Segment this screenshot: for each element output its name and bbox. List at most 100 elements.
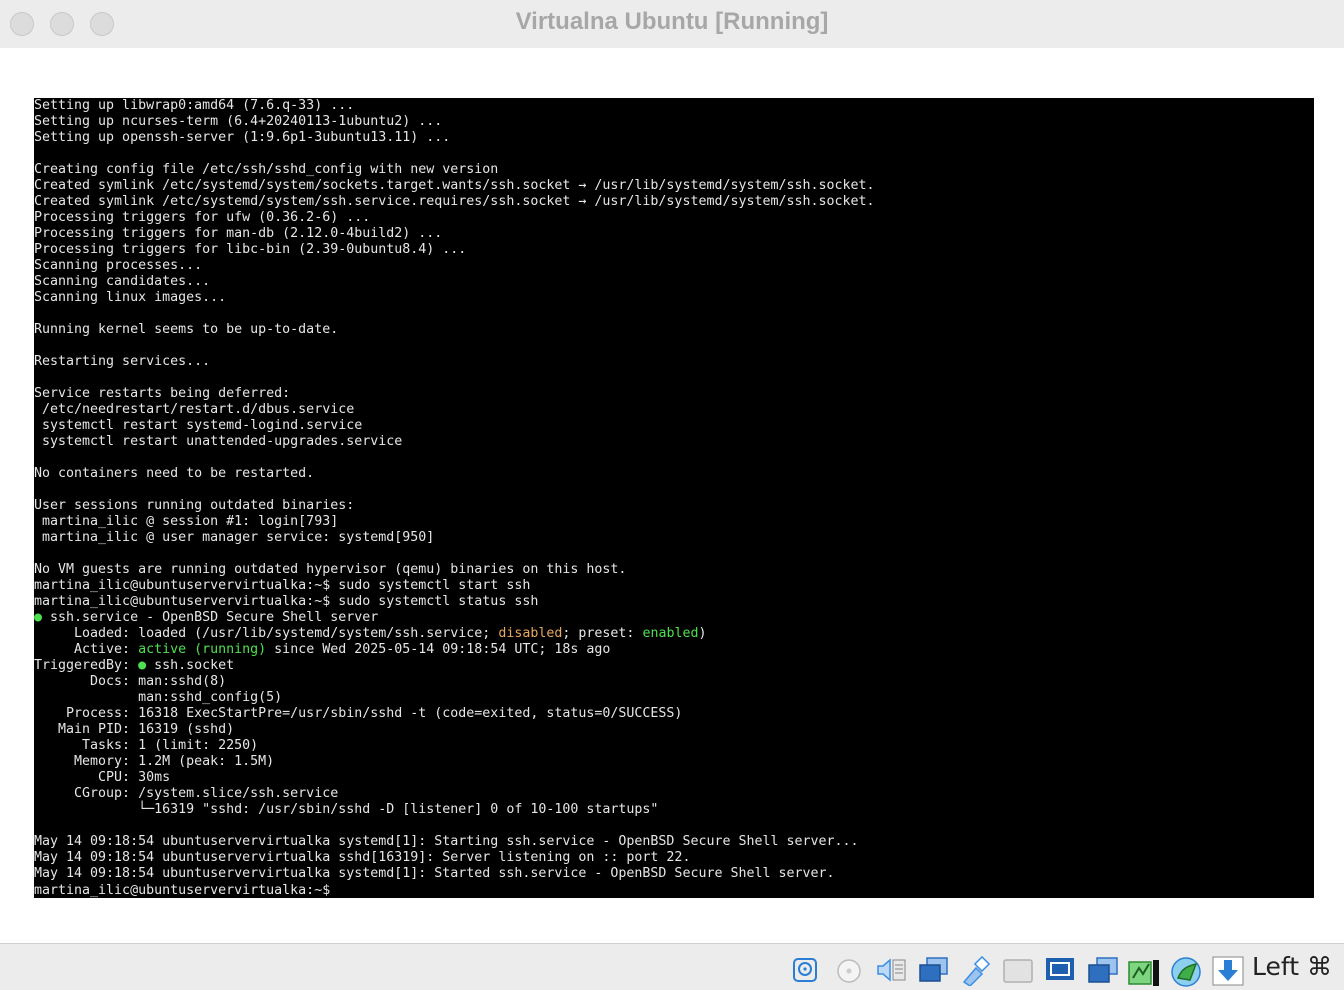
terminal-line: May 14 09:18:54 ubuntuservervirtualka sy… xyxy=(34,866,1314,882)
terminal-text-segment: ssh.socket xyxy=(146,658,235,673)
terminal-text-segment: ; preset: xyxy=(562,626,643,641)
terminal-line: Running kernel seems to be up-to-date. xyxy=(34,322,1314,338)
terminal-text-segment: ● xyxy=(34,610,43,625)
terminal-line: Restarting services... xyxy=(34,354,1314,370)
terminal-line: Processing triggers for ufw (0.36.2-6) .… xyxy=(34,210,1314,226)
terminal-text-segment: /etc/needrestart/restart.d/dbus.service xyxy=(34,402,355,417)
terminal-text-segment: May 14 09:18:54 ubuntuservervirtualka sy… xyxy=(34,834,859,849)
terminal-text-segment: Processing triggers for libc-bin (2.39-0… xyxy=(34,242,467,257)
audio-icon[interactable] xyxy=(875,956,906,984)
hard-disk-icon[interactable] xyxy=(791,956,819,984)
terminal-line: man:sshd_config(5) xyxy=(34,690,1314,706)
terminal-text-segment: ) xyxy=(698,626,707,641)
terminal-line: CGroup: /system.slice/ssh.service xyxy=(34,786,1314,802)
title-bar[interactable]: Virtualna Ubuntu [Running] xyxy=(0,0,1344,48)
terminal-line: TriggeredBy: ● ssh.socket xyxy=(34,658,1314,674)
host-key-label[interactable]: Left ⌘ xyxy=(1252,952,1332,981)
terminal-text-segment: Setting up ncurses-term (6.4+20240113-1u… xyxy=(34,114,443,129)
terminal-line: martina_ilic@ubuntuservervirtualka:~$ su… xyxy=(34,578,1314,594)
terminal-line: systemctl restart systemd-logind.service xyxy=(34,418,1314,434)
window-title: Virtualna Ubuntu [Running] xyxy=(515,8,829,35)
terminal-text-segment: Creating config file /etc/ssh/sshd_confi… xyxy=(34,162,499,177)
terminal-line: May 14 09:18:54 ubuntuservervirtualka ss… xyxy=(34,850,1314,866)
terminal-line: User sessions running outdated binaries: xyxy=(34,498,1314,514)
terminal-line: Created symlink /etc/systemd/system/ssh.… xyxy=(34,194,1314,210)
terminal-text-segment: martina_ilic @ session #1: login[793] xyxy=(34,514,339,529)
terminal-line: martina_ilic @ session #1: login[793] xyxy=(34,514,1314,530)
terminal-text-segment: active (running) xyxy=(138,642,267,657)
terminal-text-segment: Created symlink /etc/systemd/system/sock… xyxy=(34,178,875,193)
terminal-text-segment: Loaded: loaded (/usr/lib/systemd/system/… xyxy=(34,626,499,641)
terminal-text-segment: Running kernel seems to be up-to-date. xyxy=(34,322,339,337)
terminal-line: martina_ilic @ user manager service: sys… xyxy=(34,530,1314,546)
vm-console-screen[interactable]: Setting up libwrap0:amd64 (7.6.q-33) ...… xyxy=(34,98,1314,898)
terminal-line: Service restarts being deferred: xyxy=(34,386,1314,402)
terminal-text-segment: Created symlink /etc/systemd/system/ssh.… xyxy=(34,194,875,209)
terminal-text-segment: Restarting services... xyxy=(34,354,211,369)
terminal-line: CPU: 30ms xyxy=(34,770,1314,786)
terminal-line: martina_ilic@ubuntuservervirtualka:~$ xyxy=(34,882,1314,898)
network-icon[interactable] xyxy=(918,956,948,984)
terminal-line: Memory: 1.2M (peak: 1.5M) xyxy=(34,754,1314,770)
keyboard-capture-icon[interactable] xyxy=(1212,956,1244,986)
terminal-text-segment: martina_ilic@ubuntuservervirtualka:~$ su… xyxy=(34,594,539,609)
terminal-text-segment: disabled xyxy=(498,626,563,641)
terminal-text-segment: enabled xyxy=(642,626,699,641)
terminal-line: Tasks: 1 (limit: 2250) xyxy=(34,738,1314,754)
terminal-text-segment: No containers need to be restarted. xyxy=(34,466,315,481)
video-capture-icon[interactable] xyxy=(1087,956,1118,984)
terminal-text-segment: May 14 09:18:54 ubuntuservervirtualka ss… xyxy=(34,850,691,865)
terminal-text-segment: No VM guests are running outdated hyperv… xyxy=(34,562,627,577)
terminal-text-segment: Process: 16318 ExecStartPre=/usr/sbin/ss… xyxy=(34,706,683,721)
mouse-integration-icon[interactable] xyxy=(1170,956,1201,987)
display-icon[interactable] xyxy=(1045,956,1074,984)
terminal-text-segment: CPU: 30ms xyxy=(34,770,171,785)
terminal-text-segment: TriggeredBy: xyxy=(34,658,139,673)
terminal-line: Setting up ncurses-term (6.4+20240113-1u… xyxy=(34,114,1314,130)
terminal-line: Processing triggers for man-db (2.12.0-4… xyxy=(34,226,1314,242)
terminal-line: No containers need to be restarted. xyxy=(34,466,1314,482)
terminal-line: Loaded: loaded (/usr/lib/systemd/system/… xyxy=(34,626,1314,642)
optical-drive-icon[interactable] xyxy=(835,956,863,984)
status-bar: Left ⌘ xyxy=(0,943,1344,990)
terminal-text-segment: Setting up openssh-server (1:9.6p1-3ubun… xyxy=(34,130,451,145)
terminal-line: Created symlink /etc/systemd/system/sock… xyxy=(34,178,1314,194)
terminal-line: May 14 09:18:54 ubuntuservervirtualka sy… xyxy=(34,834,1314,850)
terminal-text-segment: Processing triggers for ufw (0.36.2-6) .… xyxy=(34,210,371,225)
terminal-line: Process: 16318 ExecStartPre=/usr/sbin/ss… xyxy=(34,706,1314,722)
terminal-line: └─16319 "sshd: /usr/sbin/sshd -D [listen… xyxy=(34,802,1314,818)
usb-icon[interactable] xyxy=(960,955,991,987)
vm-window: Virtualna Ubuntu [Running] Setting up li… xyxy=(0,0,1344,990)
terminal-text-segment: martina_ilic@ubuntuservervirtualka:~$ su… xyxy=(34,578,531,593)
terminal-text-segment: systemctl restart unattended-upgrades.se… xyxy=(34,434,403,449)
terminal-text-segment: martina_ilic @ user manager service: sys… xyxy=(34,530,435,545)
terminal-cursor xyxy=(338,882,346,896)
terminal-text-segment: May 14 09:18:54 ubuntuservervirtualka sy… xyxy=(34,866,835,881)
terminal-output: Setting up libwrap0:amd64 (7.6.q-33) ...… xyxy=(34,98,1314,898)
terminal-line: Scanning linux images... xyxy=(34,290,1314,306)
terminal-text-segment: CGroup: /system.slice/ssh.service xyxy=(34,786,339,801)
terminal-line: Active: active (running) since Wed 2025-… xyxy=(34,642,1314,658)
terminal-text-segment: Docs: man:sshd(8) xyxy=(34,674,227,689)
cpu-activity-icon[interactable] xyxy=(1127,956,1159,986)
terminal-text-segment: since Wed 2025-05-14 09:18:54 UTC; 18s a… xyxy=(266,642,611,657)
terminal-line: ● ssh.service - OpenBSD Secure Shell ser… xyxy=(34,610,1314,626)
terminal-line: Scanning processes... xyxy=(34,258,1314,274)
terminal-text-segment: ● xyxy=(138,658,147,673)
terminal-text-segment: Tasks: 1 (limit: 2250) xyxy=(34,738,259,753)
terminal-line: Setting up openssh-server (1:9.6p1-3ubun… xyxy=(34,130,1314,146)
terminal-line: No VM guests are running outdated hyperv… xyxy=(34,562,1314,578)
terminal-text-segment: Scanning processes... xyxy=(34,258,203,273)
terminal-text-segment: Setting up libwrap0:amd64 (7.6.q-33) ... xyxy=(34,98,355,113)
terminal-text-segment: Main PID: 16319 (sshd) xyxy=(34,722,235,737)
terminal-line: Scanning candidates... xyxy=(34,274,1314,290)
terminal-text-segment: Processing triggers for man-db (2.12.0-4… xyxy=(34,226,443,241)
shared-folders-icon[interactable] xyxy=(1002,956,1033,984)
terminal-line: Setting up libwrap0:amd64 (7.6.q-33) ... xyxy=(34,98,1314,114)
